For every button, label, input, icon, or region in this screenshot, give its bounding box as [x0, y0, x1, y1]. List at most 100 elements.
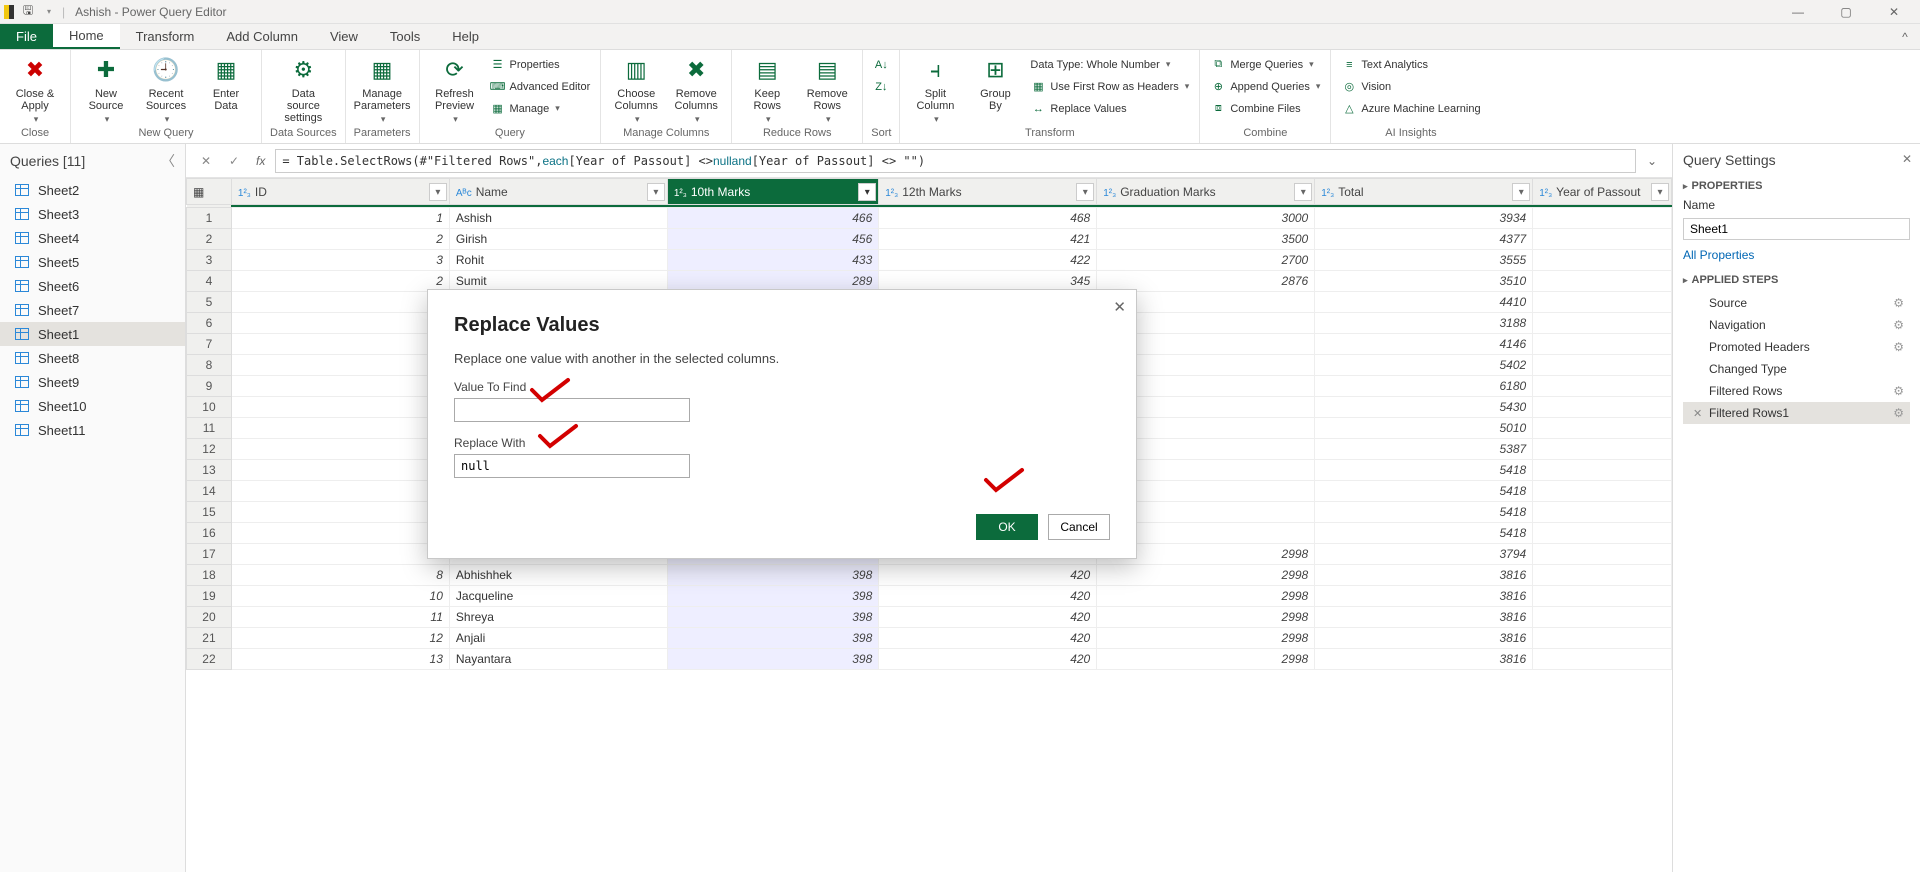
query-item-sheet1[interactable]: Sheet1 [0, 322, 185, 346]
cell-name[interactable]: Abhishhek [449, 565, 667, 586]
cell-year[interactable] [1533, 544, 1672, 565]
query-name-input[interactable] [1683, 218, 1910, 240]
col-header-total[interactable]: 1²₃Total▾ [1315, 179, 1533, 205]
cell-grad[interactable]: 2998 [1097, 628, 1315, 649]
table-row[interactable]: 33Rohit43342227003555 [187, 250, 1672, 271]
query-item-sheet5[interactable]: Sheet5 [0, 250, 185, 274]
step-filtered-rows[interactable]: Filtered Rows⚙ [1683, 380, 1910, 402]
replace-with-input[interactable] [454, 454, 690, 478]
col-header-name[interactable]: AᴮcName▾ [449, 179, 667, 205]
cell-id[interactable]: 2 [231, 229, 449, 250]
cell-id[interactable]: 4 [231, 397, 449, 418]
col-header-12th marks[interactable]: 1²₃12th Marks▾ [879, 179, 1097, 205]
cell-grad[interactable]: 3000 [1097, 208, 1315, 229]
cell-id[interactable]: 6 [231, 292, 449, 313]
cell-id[interactable]: 3 [231, 250, 449, 271]
cell-id[interactable]: 13 [231, 649, 449, 670]
cell-id[interactable]: 3 [231, 502, 449, 523]
first-row-headers-button[interactable]: ▦Use First Row as Headers [1028, 76, 1191, 97]
cell-10th[interactable]: 456 [667, 229, 878, 250]
close-icon[interactable]: ✕ [1880, 5, 1908, 19]
cell-year[interactable] [1533, 481, 1672, 502]
tab-help[interactable]: Help [436, 24, 495, 49]
cell-grad[interactable]: 2998 [1097, 649, 1315, 670]
step-delete-icon[interactable]: ✕ [1693, 407, 1702, 420]
row-number[interactable]: 15 [187, 502, 232, 523]
row-number[interactable]: 4 [187, 271, 232, 292]
ribbon-collapse-icon[interactable]: ^ [1890, 24, 1920, 49]
text-analytics-button[interactable]: ≡Text Analytics [1339, 54, 1482, 75]
cell-total[interactable]: 6180 [1315, 376, 1533, 397]
cell-id[interactable]: 11 [231, 607, 449, 628]
cell-name[interactable]: Rohit [449, 250, 667, 271]
tab-home[interactable]: Home [53, 24, 120, 49]
query-item-sheet11[interactable]: Sheet11 [0, 418, 185, 442]
cell-year[interactable] [1533, 355, 1672, 376]
sort-desc-button[interactable]: Z↓ [871, 76, 891, 97]
cell-total[interactable]: 4146 [1315, 334, 1533, 355]
close-apply-button[interactable]: ✖Close & Apply [8, 54, 62, 125]
col-filter-icon[interactable]: ▾ [429, 183, 447, 201]
cell-10th[interactable]: 398 [667, 586, 878, 607]
step-promoted-headers[interactable]: Promoted Headers⚙ [1683, 336, 1910, 358]
cell-total[interactable]: 5418 [1315, 502, 1533, 523]
step-gear-icon[interactable]: ⚙ [1893, 384, 1904, 398]
cell-12th[interactable]: 420 [879, 628, 1097, 649]
table-row[interactable]: 2112Anjali39842029983816 [187, 628, 1672, 649]
row-number[interactable]: 6 [187, 313, 232, 334]
value-to-find-input[interactable] [454, 398, 690, 422]
cell-year[interactable] [1533, 271, 1672, 292]
properties-expand-icon[interactable]: ▸ [1683, 181, 1688, 192]
cell-total[interactable]: 3555 [1315, 250, 1533, 271]
cell-total[interactable]: 3816 [1315, 628, 1533, 649]
cell-year[interactable] [1533, 313, 1672, 334]
tab-file[interactable]: File [0, 24, 53, 49]
cell-grad[interactable]: 2998 [1097, 586, 1315, 607]
cell-name[interactable]: Jacqueline [449, 586, 667, 607]
choose-columns-button[interactable]: ▥Choose Columns [609, 54, 663, 125]
step-gear-icon[interactable]: ⚙ [1893, 406, 1904, 420]
cell-total[interactable]: 5418 [1315, 481, 1533, 502]
cell-year[interactable] [1533, 439, 1672, 460]
cell-name[interactable]: Ashish [449, 208, 667, 229]
query-item-sheet4[interactable]: Sheet4 [0, 226, 185, 250]
cell-year[interactable] [1533, 607, 1672, 628]
col-header-year of passout[interactable]: 1²₃Year of Passout▾ [1533, 179, 1672, 205]
cell-id[interactable]: 4 [231, 523, 449, 544]
cell-year[interactable] [1533, 649, 1672, 670]
keep-rows-button[interactable]: ▤Keep Rows [740, 54, 794, 125]
table-row[interactable]: 2213Nayantara39842029983816 [187, 649, 1672, 670]
col-filter-icon[interactable]: ▾ [858, 183, 876, 201]
cell-year[interactable] [1533, 628, 1672, 649]
cell-total[interactable]: 3934 [1315, 208, 1533, 229]
row-number[interactable]: 3 [187, 250, 232, 271]
cell-id[interactable]: 4 [231, 313, 449, 334]
cell-12th[interactable]: 421 [879, 229, 1097, 250]
table-row[interactable]: 22Girish45642135004377 [187, 229, 1672, 250]
cell-year[interactable] [1533, 460, 1672, 481]
cell-grad[interactable]: 2700 [1097, 250, 1315, 271]
cell-total[interactable]: 3816 [1315, 565, 1533, 586]
col-filter-icon[interactable]: ▾ [1512, 183, 1530, 201]
step-source[interactable]: Source⚙ [1683, 292, 1910, 314]
remove-columns-button[interactable]: ✖Remove Columns [669, 54, 723, 125]
split-column-button[interactable]: ⫞Split Column [908, 54, 962, 125]
row-number[interactable]: 16 [187, 523, 232, 544]
cell-total[interactable]: 5010 [1315, 418, 1533, 439]
cell-12th[interactable]: 420 [879, 586, 1097, 607]
col-header-10th marks[interactable]: 1²₃10th Marks▾ [667, 179, 878, 205]
row-number[interactable]: 21 [187, 628, 232, 649]
append-queries-button[interactable]: ⊕Append Queries [1208, 76, 1322, 97]
row-number[interactable]: 13 [187, 460, 232, 481]
cell-id[interactable]: 5 [231, 418, 449, 439]
data-type-button[interactable]: Data Type: Whole Number [1028, 54, 1191, 75]
row-number[interactable]: 22 [187, 649, 232, 670]
combine-files-button[interactable]: ⧈Combine Files [1208, 98, 1322, 119]
cell-10th[interactable]: 398 [667, 628, 878, 649]
cell-year[interactable] [1533, 586, 1672, 607]
cell-year[interactable] [1533, 418, 1672, 439]
step-gear-icon[interactable]: ⚙ [1893, 318, 1904, 332]
row-number[interactable]: 20 [187, 607, 232, 628]
table-row[interactable]: 2011Shreya39842029983816 [187, 607, 1672, 628]
cancel-button[interactable]: Cancel [1048, 514, 1110, 540]
